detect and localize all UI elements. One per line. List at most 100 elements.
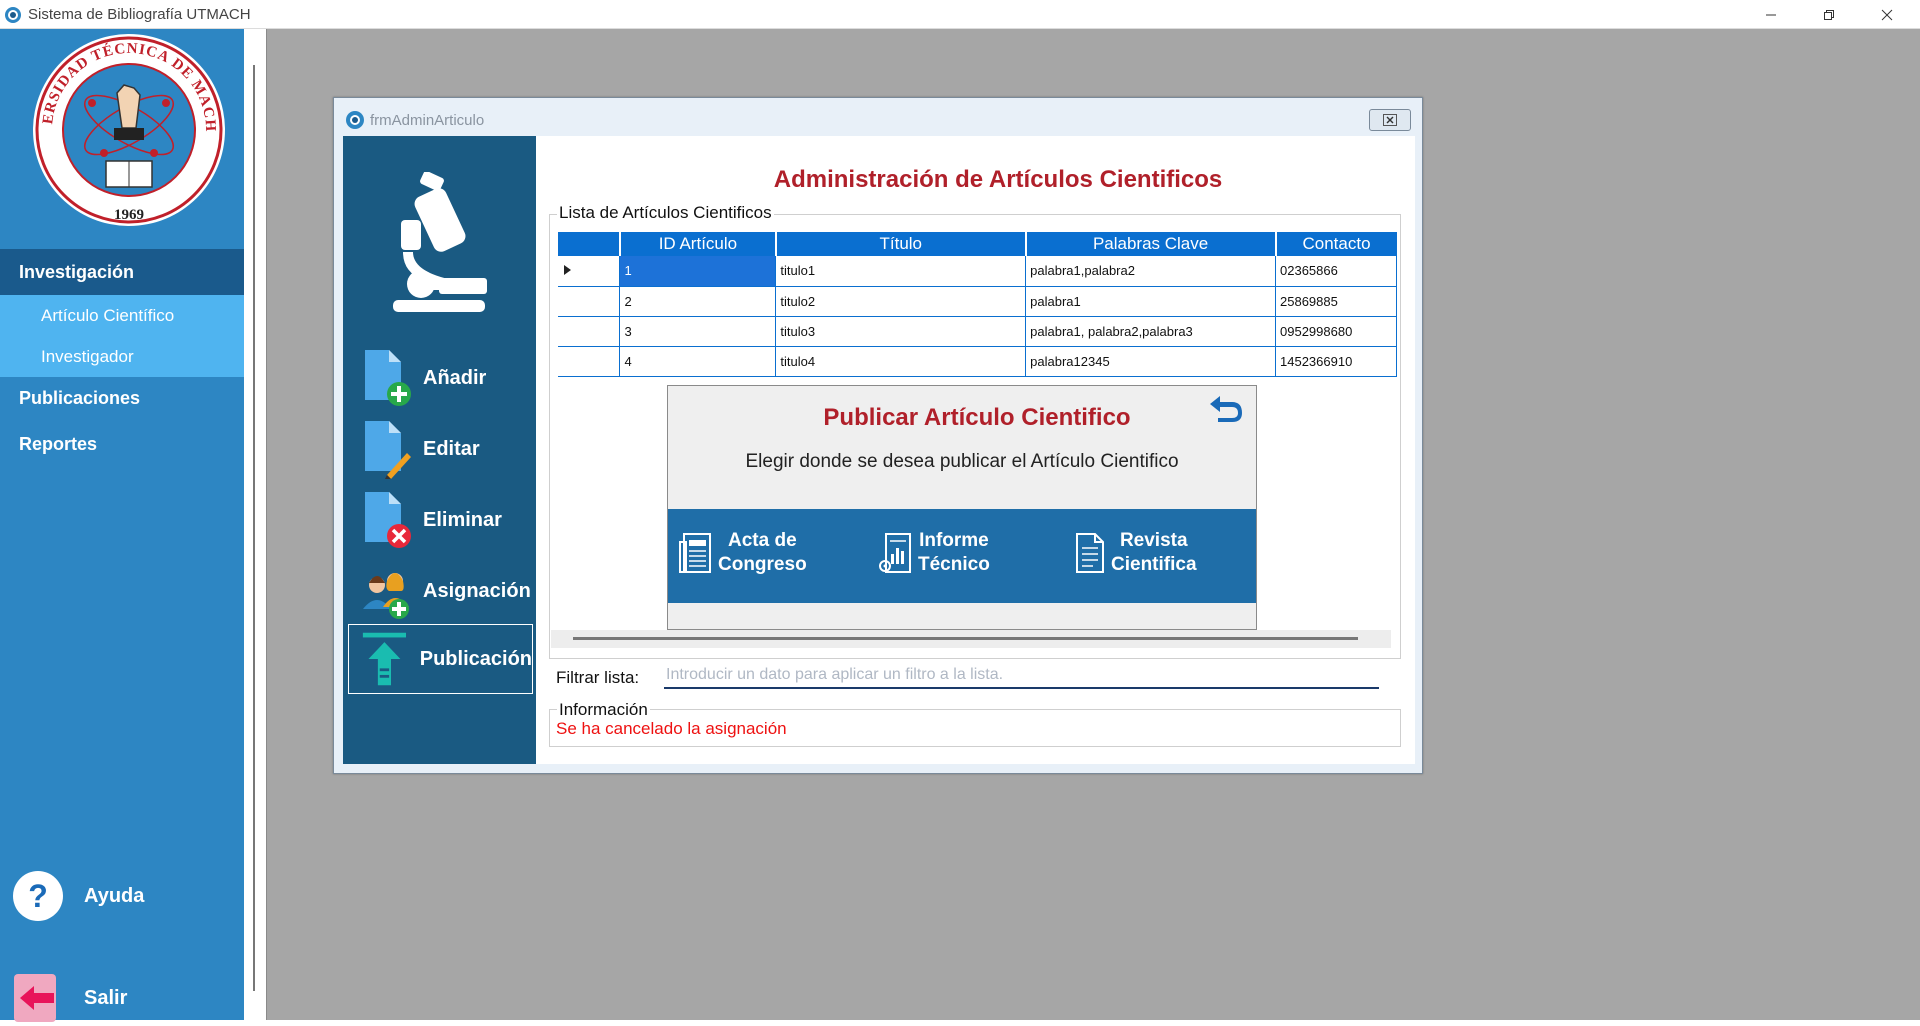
publish-option-acta-congreso[interactable]: Acta de Congreso: [678, 529, 807, 577]
informe-line1: Informe: [919, 530, 989, 551]
add-label: Añadir: [423, 366, 487, 389]
edit-document-icon: [365, 421, 411, 479]
cell-titulo[interactable]: titulo1: [775, 256, 1027, 287]
cell-palabras[interactable]: palabra1: [1025, 286, 1277, 317]
upload-arrow-icon: [362, 632, 406, 686]
column-header-titulo[interactable]: Título: [775, 232, 1027, 256]
table-row[interactable]: 4 titulo4 palabra12345 1452366910: [558, 346, 1397, 377]
edit-label: Editar: [423, 437, 480, 460]
publish-panel: Publicar Artículo Cientifico Elegir dond…: [667, 385, 1257, 630]
close-window-button[interactable]: [1858, 0, 1916, 29]
undo-arrow-icon: [1210, 396, 1242, 422]
child-close-button[interactable]: [1369, 109, 1411, 131]
content-panel: Administración de Artículos Cientificos …: [536, 136, 1415, 764]
row-selector[interactable]: [558, 316, 621, 347]
university-seal-logo: 1969 UNIVERSIDAD TÉCNICA DE MACHALA: [32, 33, 225, 226]
cell-id[interactable]: 2: [619, 286, 777, 317]
publish-button[interactable]: Publicación: [348, 624, 533, 694]
cell-palabras[interactable]: palabra12345: [1025, 346, 1277, 377]
publish-option-revista-cientifica[interactable]: Revista Cientifica: [1071, 529, 1197, 577]
minimize-button[interactable]: [1742, 0, 1800, 29]
logo-year-text: 1969: [114, 207, 144, 223]
minimize-icon: [1766, 14, 1776, 15]
table-row[interactable]: 1 titulo1 palabra1,palabra2 02365866: [558, 256, 1397, 287]
exit-label: Salir: [84, 986, 128, 1009]
table-horizontal-scrollbar[interactable]: [551, 630, 1391, 648]
document-list-icon: [1076, 533, 1104, 573]
cell-id[interactable]: 3: [619, 316, 777, 347]
cell-titulo[interactable]: titulo4: [775, 346, 1027, 377]
nav-section-investigacion[interactable]: Investigación: [0, 249, 244, 295]
exit-button[interactable]: Salir: [12, 970, 127, 1026]
page-title: Administración de Artículos Cientificos: [773, 166, 1223, 193]
nav-item-investigador[interactable]: Investigador: [0, 336, 244, 377]
help-label: Ayuda: [84, 884, 145, 907]
restore-icon: [1824, 9, 1834, 20]
delete-button[interactable]: Eliminar: [361, 488, 502, 552]
publish-panel-subtitle: Elegir donde se desea publicar el Artícu…: [745, 451, 1179, 472]
cell-contacto[interactable]: 0952998680: [1275, 316, 1397, 347]
cell-contacto[interactable]: 1452366910: [1275, 346, 1397, 377]
form-icon: [346, 111, 364, 129]
row-header-corner: [558, 232, 621, 256]
publish-panel-title: Publicar Artículo Cientifico: [823, 404, 1131, 431]
articles-table[interactable]: ID Artículo Título Palabras Clave Contac…: [558, 232, 1397, 377]
revista-line1: Revista: [1119, 530, 1188, 551]
cell-palabras[interactable]: palabra1, palabra2,palabra3: [1025, 316, 1277, 347]
info-message: Se ha cancelado la asignación: [556, 719, 787, 738]
row-selector[interactable]: [558, 286, 621, 317]
cell-palabras[interactable]: palabra1,palabra2: [1025, 256, 1277, 287]
edit-button[interactable]: Editar: [361, 417, 480, 481]
cell-id[interactable]: 1: [619, 256, 777, 287]
revista-line2: Cientifica: [1111, 554, 1197, 575]
publish-label: Publicación: [419, 647, 532, 670]
acta-line1: Acta de: [728, 530, 797, 551]
nav-section-reportes[interactable]: Reportes: [0, 424, 244, 464]
nav-item-articulo-cientifico[interactable]: Artículo Científico: [0, 295, 244, 336]
main-sidebar: 1969 UNIVERSIDAD TÉCNICA DE MACHALA Inve…: [0, 29, 244, 1022]
publish-option-informe-tecnico[interactable]: Informe Técnico: [878, 529, 990, 577]
exit-arrow-icon: [14, 974, 56, 1022]
table-header-row: ID Artículo Título Palabras Clave Contac…: [558, 232, 1397, 256]
help-question-icon: ?: [13, 871, 63, 921]
app-logo-icon: [5, 7, 21, 23]
restore-button[interactable]: [1800, 0, 1858, 29]
row-selector[interactable]: [558, 256, 621, 287]
close-icon: [1383, 114, 1397, 126]
admin-articulo-window: frmAdminArticulo Añadir Editar Eliminar …: [333, 97, 1423, 774]
sidebar-splitter[interactable]: [244, 29, 266, 1020]
info-label: Información: [557, 700, 650, 720]
microscope-icon: [393, 172, 487, 312]
newspaper-icon: [679, 533, 711, 573]
column-header-id[interactable]: ID Artículo: [619, 232, 777, 256]
close-icon: [1881, 9, 1893, 20]
scrollbar-thumb[interactable]: [573, 637, 1358, 640]
table-row[interactable]: 2 titulo2 palabra1 25869885: [558, 286, 1397, 317]
report-chart-icon: [879, 533, 911, 573]
back-button[interactable]: [1208, 392, 1244, 424]
nav-section-publicaciones[interactable]: Publicaciones: [0, 378, 244, 418]
articles-list-label: Lista de Artículos Cientificos: [557, 203, 774, 223]
cell-contacto[interactable]: 25869885: [1275, 286, 1397, 317]
add-button[interactable]: Añadir: [361, 346, 486, 410]
assign-button[interactable]: Asignación: [361, 559, 531, 623]
svg-text:?: ?: [28, 878, 48, 914]
cell-id[interactable]: 4: [619, 346, 777, 377]
cell-titulo[interactable]: titulo3: [775, 316, 1027, 347]
assign-users-icon: [363, 573, 409, 619]
child-window-title: frmAdminArticulo: [370, 112, 485, 129]
help-button[interactable]: ? Ayuda: [12, 868, 144, 924]
acta-line2: Congreso: [718, 554, 807, 575]
current-row-arrow-icon: [564, 265, 571, 276]
row-selector[interactable]: [558, 346, 621, 377]
table-row[interactable]: 3 titulo3 palabra1, palabra2,palabra3 09…: [558, 316, 1397, 347]
publish-options-band: Acta de Congreso Informe Técnico Revista…: [668, 509, 1256, 603]
cell-titulo[interactable]: titulo2: [775, 286, 1027, 317]
cell-contacto[interactable]: 02365866: [1275, 256, 1397, 287]
filter-input[interactable]: [664, 663, 1379, 689]
column-header-contacto[interactable]: Contacto: [1275, 232, 1397, 256]
delete-document-icon: [365, 492, 411, 548]
column-header-palabras[interactable]: Palabras Clave: [1025, 232, 1277, 256]
actions-panel: Añadir Editar Eliminar Asignación Public…: [343, 136, 536, 764]
delete-label: Eliminar: [423, 508, 502, 531]
